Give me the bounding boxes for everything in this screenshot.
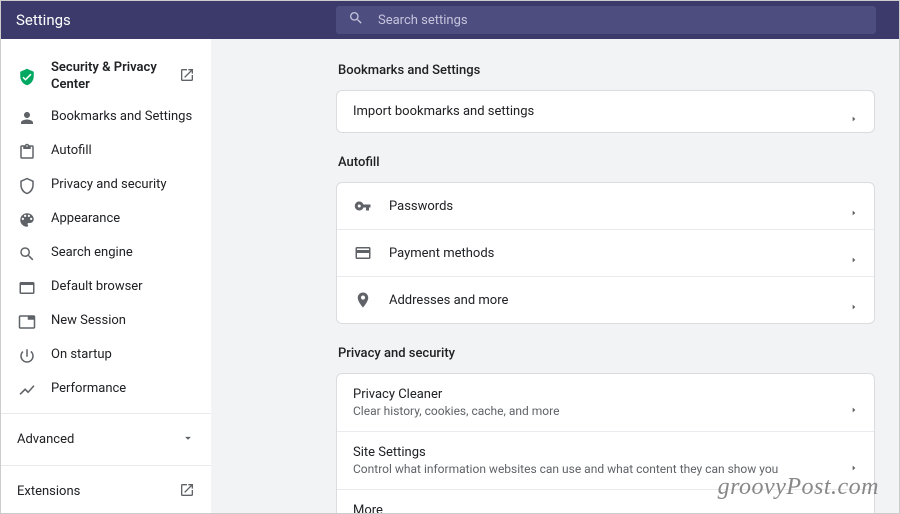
sidebar-item-about[interactable]: About Avast Secure Browser [1,512,211,513]
shield-icon [17,176,37,196]
chevron-down-icon [181,430,195,449]
sidebar-item-search-engine[interactable]: Search engine [1,237,211,271]
section-title-autofill: Autofill [336,155,875,170]
card-icon [353,243,373,263]
sidebar: Security & Privacy Center Bookmarks and … [1,39,211,513]
search-container[interactable] [336,6,876,34]
row-import-bookmarks[interactable]: Import bookmarks and settings [337,91,874,132]
external-link-icon [179,482,195,502]
section-title-bookmarks: Bookmarks and Settings [336,63,875,78]
sidebar-item-new-session[interactable]: New Session [1,305,211,339]
chevron-right-icon [850,399,858,407]
row-addresses[interactable]: Addresses and more [337,276,874,323]
sidebar-item-label: Appearance [51,211,195,228]
palette-icon [17,210,37,230]
chevron-right-icon [850,249,858,257]
chevron-right-icon [850,296,858,304]
sidebar-item-label: Privacy and security [51,177,195,194]
chart-icon [17,380,37,400]
search-icon [17,244,37,264]
sidebar-item-label: Default browser [51,279,195,296]
row-payment-methods[interactable]: Payment methods [337,229,874,276]
extensions-label: Extensions [17,484,80,499]
browser-icon [17,278,37,298]
row-label: Import bookmarks and settings [353,104,850,119]
row-privacy-cleaner[interactable]: Privacy Cleaner Clear history, cookies, … [337,374,874,431]
search-input[interactable] [378,13,864,28]
sidebar-item-autofill[interactable]: Autofill [1,135,211,169]
card-privacy: Privacy Cleaner Clear history, cookies, … [336,373,875,513]
sidebar-item-on-startup[interactable]: On startup [1,339,211,373]
card-bookmarks: Import bookmarks and settings [336,90,875,133]
sidebar-item-label: Security & Privacy Center [51,60,179,94]
sidebar-item-label: Bookmarks and Settings [51,109,195,126]
sidebar-item-label: On startup [51,347,195,364]
sidebar-item-performance[interactable]: Performance [1,373,211,407]
pin-icon [353,290,373,310]
tab-icon [17,312,37,332]
row-sublabel: Control what information websites can us… [353,462,850,476]
header-bar: Settings [1,1,899,39]
sidebar-item-label: Autofill [51,143,195,160]
row-passwords[interactable]: Passwords [337,183,874,229]
row-label: Privacy Cleaner [353,387,850,402]
divider [1,413,211,414]
external-link-icon [179,67,195,87]
search-icon [348,10,378,30]
sidebar-item-security-privacy-center[interactable]: Security & Privacy Center [1,53,211,101]
divider [1,465,211,466]
row-sublabel: Clear history, cookies, cache, and more [353,404,850,418]
row-label: More [353,503,858,513]
card-autofill: Passwords Payment methods Addresses and … [336,182,875,324]
page-title: Settings [16,11,336,29]
row-label: Passwords [389,199,850,214]
clipboard-icon [17,142,37,162]
power-icon [17,346,37,366]
sidebar-item-default-browser[interactable]: Default browser [1,271,211,305]
row-label: Site Settings [353,445,850,460]
sidebar-item-bookmarks-settings[interactable]: Bookmarks and Settings [1,101,211,135]
chevron-right-icon [850,457,858,465]
row-more[interactable]: More [337,489,874,513]
sidebar-advanced-toggle[interactable]: Advanced [1,420,211,459]
sidebar-item-extensions[interactable]: Extensions [1,472,211,512]
advanced-label: Advanced [17,432,74,447]
chevron-right-icon [850,202,858,210]
sidebar-item-appearance[interactable]: Appearance [1,203,211,237]
main-content: Bookmarks and Settings Import bookmarks … [211,39,899,513]
chevron-right-icon [850,108,858,116]
row-site-settings[interactable]: Site Settings Control what information w… [337,431,874,489]
person-icon [17,108,37,128]
sidebar-item-label: Performance [51,381,195,398]
sidebar-item-label: New Session [51,313,195,330]
sidebar-item-privacy-security[interactable]: Privacy and security [1,169,211,203]
row-label: Payment methods [389,246,850,261]
key-icon [353,196,373,216]
sidebar-item-label: Search engine [51,245,195,262]
shield-check-icon [17,67,37,87]
row-label: Addresses and more [389,293,850,308]
section-title-privacy: Privacy and security [336,346,875,361]
